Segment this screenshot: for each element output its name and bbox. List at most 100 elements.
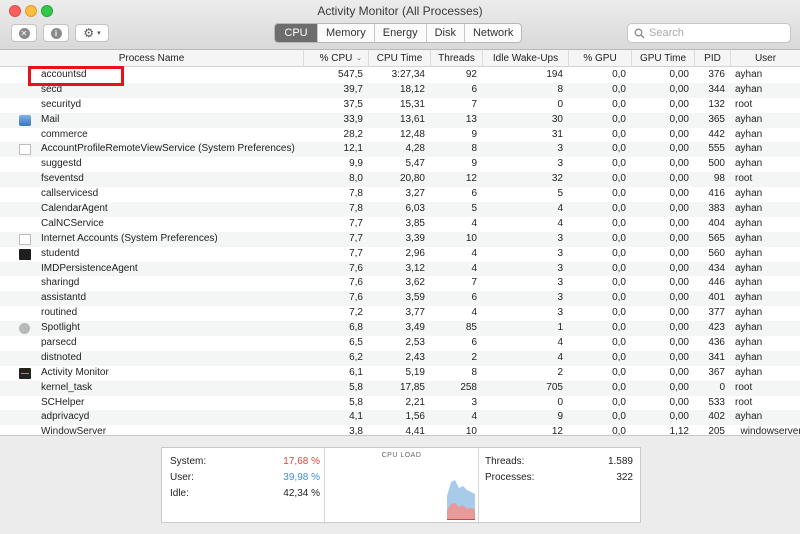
cell-threads: 6 — [471, 188, 477, 200]
tab-memory[interactable]: Memory — [317, 24, 374, 42]
cell-process-name: adprivacyd — [41, 411, 90, 423]
table-row[interactable]: callservicesd 7,8 3,27 6 5 0,0 0,00 416 ayhan — [0, 187, 800, 202]
cell-cpu-time: 3,27 — [405, 188, 425, 200]
cell-gpu-percent: 0,0 — [612, 128, 626, 140]
column-header-cpu-time[interactable]: CPU Time — [369, 50, 431, 67]
cell-cpu-time: 2,96 — [405, 247, 425, 259]
table-row[interactable]: AccountProfileRemoteViewService (System … — [0, 142, 800, 158]
cell-pid: 132 — [708, 98, 725, 110]
cell-cpu-percent: 7,6 — [349, 277, 363, 289]
cell-gpu-percent: 0,0 — [612, 203, 626, 215]
column-header-user[interactable]: User — [731, 50, 800, 67]
column-header-threads[interactable]: Threads — [431, 50, 483, 67]
process-icon-cell — [0, 217, 38, 232]
tab-network[interactable]: Network — [463, 24, 521, 42]
terminal-icon — [19, 248, 31, 260]
tab-cpu[interactable]: CPU — [275, 24, 317, 42]
table-row[interactable]: CalendarAgent 7,8 6,03 5 4 0,0 0,00 383 ayhan — [0, 202, 800, 217]
cell-cpu-time: 5,19 — [405, 366, 425, 378]
process-icon-cell — [0, 262, 38, 277]
table-row[interactable]: Internet Accounts (System Preferences) 7,… — [0, 231, 800, 247]
table-row[interactable]: commerce 28,2 12,48 9 31 0,0 0,00 442 ayhan — [0, 128, 800, 143]
action-menu-button[interactable]: ⚙ ▾ — [75, 24, 109, 42]
table-row[interactable]: Spotlight 6,8 3,49 85 1 0,0 0,00 423 ayhan — [0, 321, 800, 337]
cell-threads: 12 — [465, 173, 477, 185]
table-row[interactable]: fseventsd 8,0 20,80 12 32 0,0 0,00 98 root — [0, 172, 800, 188]
cell-cpu-time: 1,56 — [405, 411, 425, 423]
document-icon — [19, 144, 31, 156]
cell-pid: 404 — [708, 217, 725, 229]
cell-cpu-time: 20,80 — [399, 173, 425, 185]
cell-cpu-time: 17,85 — [399, 381, 425, 393]
column-header-gpu[interactable]: % GPU — [569, 50, 632, 67]
table-row[interactable]: suggestd 9,9 5,47 9 3 0,0 0,00 500 ayhan — [0, 157, 800, 172]
cell-gpu-percent: 0,0 — [612, 337, 626, 349]
column-header-pid[interactable]: PID — [695, 50, 731, 67]
table-row[interactable]: routined 7,2 3,77 4 3 0,0 0,00 377 ayhan — [0, 306, 800, 321]
table-row[interactable]: Mail 33,9 13,61 13 30 0,0 0,00 365 ayhan — [0, 112, 800, 128]
cell-threads: 8 — [471, 143, 477, 155]
column-header-gpu-time[interactable]: GPU Time — [632, 50, 695, 67]
table-row[interactable]: IMDPersistenceAgent 7,6 3,12 4 3 0,0 0,00 434 ay… — [0, 261, 800, 277]
cell-gpu-time: 0,00 — [669, 83, 689, 95]
view-tabs: CPU Memory Energy Disk Network — [274, 23, 523, 43]
cell-idle-wake-ups: 3 — [557, 143, 563, 155]
table-row[interactable]: WindowServer 3,8 4,41 10 12 0,0 1,12 205 _window… — [0, 425, 800, 435]
tab-energy[interactable]: Energy — [373, 24, 426, 42]
stat-idle: Idle: 42,34 % — [170, 486, 320, 502]
cell-cpu-percent: 6,5 — [349, 337, 363, 349]
search-field[interactable] — [627, 23, 791, 43]
cell-process-name: WindowServer — [41, 426, 107, 435]
cell-cpu-percent: 28,2 — [343, 128, 363, 140]
cell-idle-wake-ups: 4 — [557, 217, 563, 229]
search-input[interactable] — [649, 27, 779, 39]
column-header-idle-wake-ups[interactable]: Idle Wake-Ups — [483, 50, 569, 67]
table-row[interactable]: studentd 7,7 2,96 4 3 0,0 0,00 560 ayhan — [0, 247, 800, 262]
column-header-cpu[interactable]: % CPU ⌄ — [304, 50, 369, 67]
table-row[interactable]: accountsd 547,5 3:27,34 92 194 0,0 0,00 376 ayha… — [0, 68, 800, 83]
cell-gpu-time: 0,00 — [669, 411, 689, 423]
table-row[interactable]: sharingd 7,6 3,62 7 3 0,0 0,00 446 ayhan — [0, 276, 800, 291]
table-row[interactable]: assistantd 7,6 3,59 6 3 0,0 0,00 401 ayhan — [0, 291, 800, 307]
table-row[interactable]: parsecd 6,5 2,53 6 4 0,0 0,00 436 ayhan — [0, 336, 800, 351]
cell-cpu-time: 5,47 — [405, 158, 425, 170]
cell-user: root — [735, 381, 753, 393]
table-row[interactable]: CalNCService 7,7 3,85 4 4 0,0 0,00 404 ayhan — [0, 217, 800, 232]
search-icon — [634, 28, 645, 38]
cell-process-name: Activity Monitor — [41, 366, 109, 378]
cell-cpu-time: 3,62 — [405, 277, 425, 289]
cell-cpu-percent: 6,1 — [349, 366, 363, 378]
cell-gpu-percent: 0,0 — [612, 158, 626, 170]
column-header-process-name[interactable]: Process Name — [0, 50, 304, 67]
cell-cpu-time: 3,85 — [405, 217, 425, 229]
cell-gpu-time: 0,00 — [669, 366, 689, 378]
cell-idle-wake-ups: 3 — [557, 307, 563, 319]
table-row[interactable]: kernel_task 5,8 17,85 258 705 0,0 0,00 0 root — [0, 380, 800, 396]
cell-idle-wake-ups: 12 — [551, 426, 563, 435]
cell-pid: 565 — [708, 232, 725, 244]
cell-threads: 4 — [471, 262, 477, 274]
cell-process-name: accountsd — [41, 69, 87, 80]
cell-cpu-percent: 7,7 — [349, 232, 363, 244]
table-row[interactable]: Activity Monitor 6,1 5,19 8 2 0,0 0,00 367 ayhan — [0, 366, 800, 381]
cell-user: root — [735, 173, 753, 185]
table-header: Process Name % CPU ⌄ CPU Time Threads Id… — [0, 50, 800, 67]
table-row[interactable]: adprivacyd 4,1 1,56 4 9 0,0 0,00 402 ayhan — [0, 410, 800, 426]
spotlight-icon — [19, 323, 30, 335]
process-icon-cell — [0, 336, 38, 351]
inspect-process-button[interactable]: i — [43, 24, 69, 42]
cell-gpu-percent: 0,0 — [612, 262, 626, 274]
cell-idle-wake-ups: 31 — [551, 128, 563, 140]
table-row[interactable]: securityd 37,5 15,31 7 0 0,0 0,00 132 root — [0, 98, 800, 113]
cell-user: ayhan — [735, 128, 763, 140]
stop-icon: ✕ — [18, 27, 30, 39]
tab-disk[interactable]: Disk — [425, 24, 464, 42]
cell-pid: 0 — [719, 381, 725, 393]
table-row[interactable]: SCHelper 5,8 2,21 3 0 0,0 0,00 533 root — [0, 396, 800, 411]
table-row[interactable]: distnoted 6,2 2,43 2 4 0,0 0,00 341 ayhan — [0, 350, 800, 366]
cell-idle-wake-ups: 5 — [557, 188, 563, 200]
cell-threads: 7 — [471, 98, 477, 110]
stat-processes-label: Processes: — [485, 472, 535, 483]
table-row[interactable]: secd 39,7 18,12 6 8 0,0 0,00 344 ayhan — [0, 82, 800, 98]
stop-process-button[interactable]: ✕ — [11, 24, 37, 42]
